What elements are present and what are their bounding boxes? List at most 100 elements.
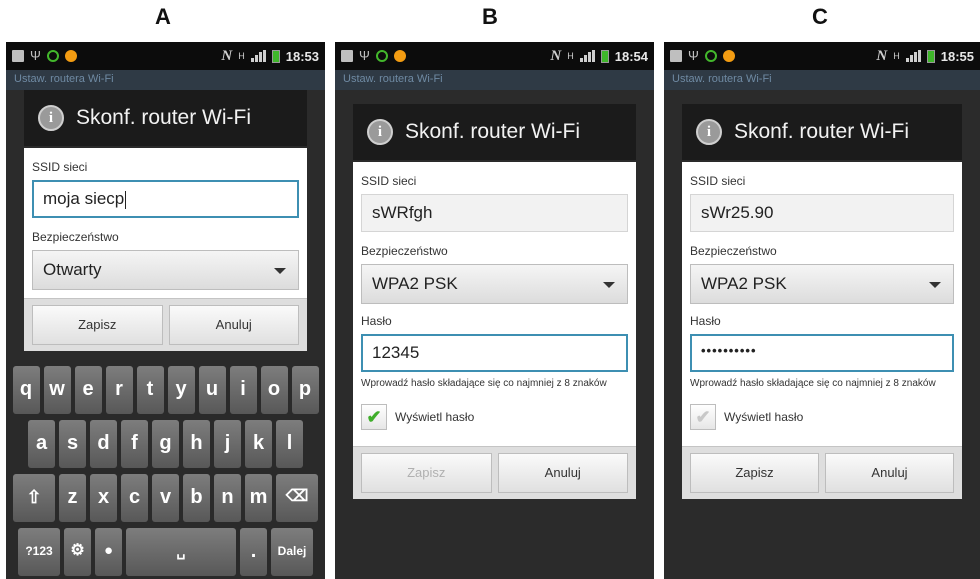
password-input[interactable]: •••••••••• — [690, 334, 954, 372]
password-hint: Wprowadź hasło składające się co najmnie… — [690, 378, 936, 389]
phone-screen-c: Ψ N H 18:55 Ustaw. routera Wi-Fi i Skonf… — [664, 42, 980, 579]
period-key[interactable]: . — [240, 528, 267, 576]
key-o[interactable]: o — [260, 366, 288, 414]
key-a[interactable]: a — [28, 420, 55, 468]
key-e[interactable]: e — [74, 366, 102, 414]
dialog-title: Skonf. router Wi-Fi — [76, 106, 252, 129]
usb-icon: Ψ — [359, 48, 370, 63]
key-k[interactable]: k — [245, 420, 272, 468]
key-t[interactable]: t — [136, 366, 164, 414]
password-label: Hasło — [690, 314, 721, 328]
usb-icon: Ψ — [688, 48, 699, 63]
key-p[interactable]: p — [291, 366, 319, 414]
sync-check-icon — [46, 50, 59, 62]
battery-icon — [600, 49, 609, 63]
key-b[interactable]: b — [183, 474, 210, 522]
show-password-checkbox[interactable]: ✔ — [690, 404, 716, 430]
dropdown-arrow-icon — [274, 268, 286, 274]
ssid-input[interactable]: sWr25.90 — [690, 194, 954, 232]
shift-key-icon[interactable]: ⇧ — [13, 474, 55, 522]
key-u[interactable]: u — [198, 366, 226, 414]
dialog-button-bar: Zapisz Anuluj — [24, 298, 307, 351]
key-s[interactable]: s — [59, 420, 86, 468]
clock: 18:53 — [285, 48, 319, 64]
status-bar: Ψ N H 18:55 — [664, 42, 980, 70]
ssid-label: SSID sieci — [690, 174, 746, 188]
nfc-icon: N — [550, 47, 562, 64]
router-config-dialog: i Skonf. router Wi-Fi SSID sieci sWRfgh … — [353, 104, 636, 499]
key-g[interactable]: g — [152, 420, 179, 468]
security-select[interactable]: WPA2 PSK — [361, 264, 628, 304]
key-j[interactable]: j — [214, 420, 241, 468]
battery-icon — [926, 49, 935, 63]
keyboard-row-3: ⇧ z x c v b n m ⌫ — [10, 474, 321, 522]
key-q[interactable]: q — [12, 366, 40, 414]
show-password-checkbox[interactable]: ✔ — [361, 404, 387, 430]
key-n[interactable]: n — [214, 474, 241, 522]
sync-check-icon — [704, 50, 717, 62]
checkmark-icon: ✔ — [695, 406, 711, 427]
key-m[interactable]: m — [245, 474, 272, 522]
dialog-button-bar: Zapisz Anuluj — [682, 446, 962, 499]
ssid-input[interactable]: sWRfgh — [361, 194, 628, 232]
app-title: Ustaw. routera Wi-Fi — [6, 70, 325, 90]
app-title: Ustaw. routera Wi-Fi — [664, 70, 980, 90]
cancel-button[interactable]: Anuluj — [825, 453, 954, 493]
save-button[interactable]: Zapisz — [361, 453, 492, 493]
nfc-icon: N — [221, 47, 233, 64]
notification-icon — [64, 50, 77, 62]
cancel-button[interactable]: Anuluj — [497, 453, 628, 493]
app-title: Ustaw. routera Wi-Fi — [335, 70, 654, 90]
key-f[interactable]: f — [121, 420, 148, 468]
next-key[interactable]: Dalej — [271, 528, 313, 576]
backspace-key-icon[interactable]: ⌫ — [276, 474, 318, 522]
password-label: Hasło — [361, 314, 392, 328]
security-select[interactable]: WPA2 PSK — [690, 264, 954, 304]
ssid-input[interactable]: moja siecp — [32, 180, 299, 218]
dialog-header: i Skonf. router Wi-Fi — [682, 104, 962, 162]
key-l[interactable]: l — [276, 420, 303, 468]
dialog-title: Skonf. router Wi-Fi — [734, 120, 910, 143]
panel-label-b: B — [482, 4, 498, 29]
dialog-button-bar: Zapisz Anuluj — [353, 446, 636, 499]
key-r[interactable]: r — [105, 366, 133, 414]
keyboard-row-1: q w e r t y u i o p — [10, 366, 321, 414]
show-password-row[interactable]: ✔ Wyświetl hasło — [690, 404, 954, 430]
key-i[interactable]: i — [229, 366, 257, 414]
key-x[interactable]: x — [90, 474, 117, 522]
dropdown-arrow-icon — [929, 282, 941, 288]
key-y[interactable]: y — [167, 366, 195, 414]
security-select[interactable]: Otwarty — [32, 250, 299, 290]
key-z[interactable]: z — [59, 474, 86, 522]
router-config-dialog: i Skonf. router Wi-Fi SSID sieci moja si… — [24, 90, 307, 351]
password-hint: Wprowadź hasło składające się co najmnie… — [361, 378, 607, 389]
key-v[interactable]: v — [152, 474, 179, 522]
password-input[interactable]: 12345 — [361, 334, 628, 372]
key-c[interactable]: c — [121, 474, 148, 522]
save-button[interactable]: Zapisz — [690, 453, 819, 493]
key-h[interactable]: h — [183, 420, 210, 468]
security-label: Bezpieczeństwo — [361, 244, 448, 258]
info-icon: i — [367, 119, 393, 145]
key-d[interactable]: d — [90, 420, 117, 468]
space-key[interactable]: ␣ — [126, 528, 236, 576]
soft-keyboard: q w e r t y u i o p a s d f g h j k l ⇧ … — [6, 360, 325, 579]
dialog-header: i Skonf. router Wi-Fi — [24, 90, 307, 148]
keyboard-row-4: ?123 ⚙ ● ␣ . Dalej — [10, 528, 321, 576]
nfc-icon: N — [876, 47, 888, 64]
cancel-button[interactable]: Anuluj — [168, 305, 299, 345]
text-cursor — [125, 190, 127, 209]
settings-key-icon[interactable]: ⚙ — [64, 528, 91, 576]
keyboard-row-2: a s d f g h j k l — [10, 420, 321, 468]
dropdown-arrow-icon — [603, 282, 615, 288]
save-button[interactable]: Zapisz — [32, 305, 163, 345]
security-label: Bezpieczeństwo — [690, 244, 777, 258]
phone-screen-a: Ψ N H 18:53 Ustaw. routera Wi-Fi i Skonf… — [6, 42, 325, 579]
key-w[interactable]: w — [43, 366, 71, 414]
show-password-row[interactable]: ✔ Wyświetl hasło — [361, 404, 628, 430]
symbols-key[interactable]: ?123 — [18, 528, 60, 576]
sync-check-icon — [375, 50, 388, 62]
microphone-key-icon[interactable]: ● — [95, 528, 122, 576]
screenshot-icon — [670, 50, 682, 62]
dialog-title: Skonf. router Wi-Fi — [405, 120, 581, 143]
